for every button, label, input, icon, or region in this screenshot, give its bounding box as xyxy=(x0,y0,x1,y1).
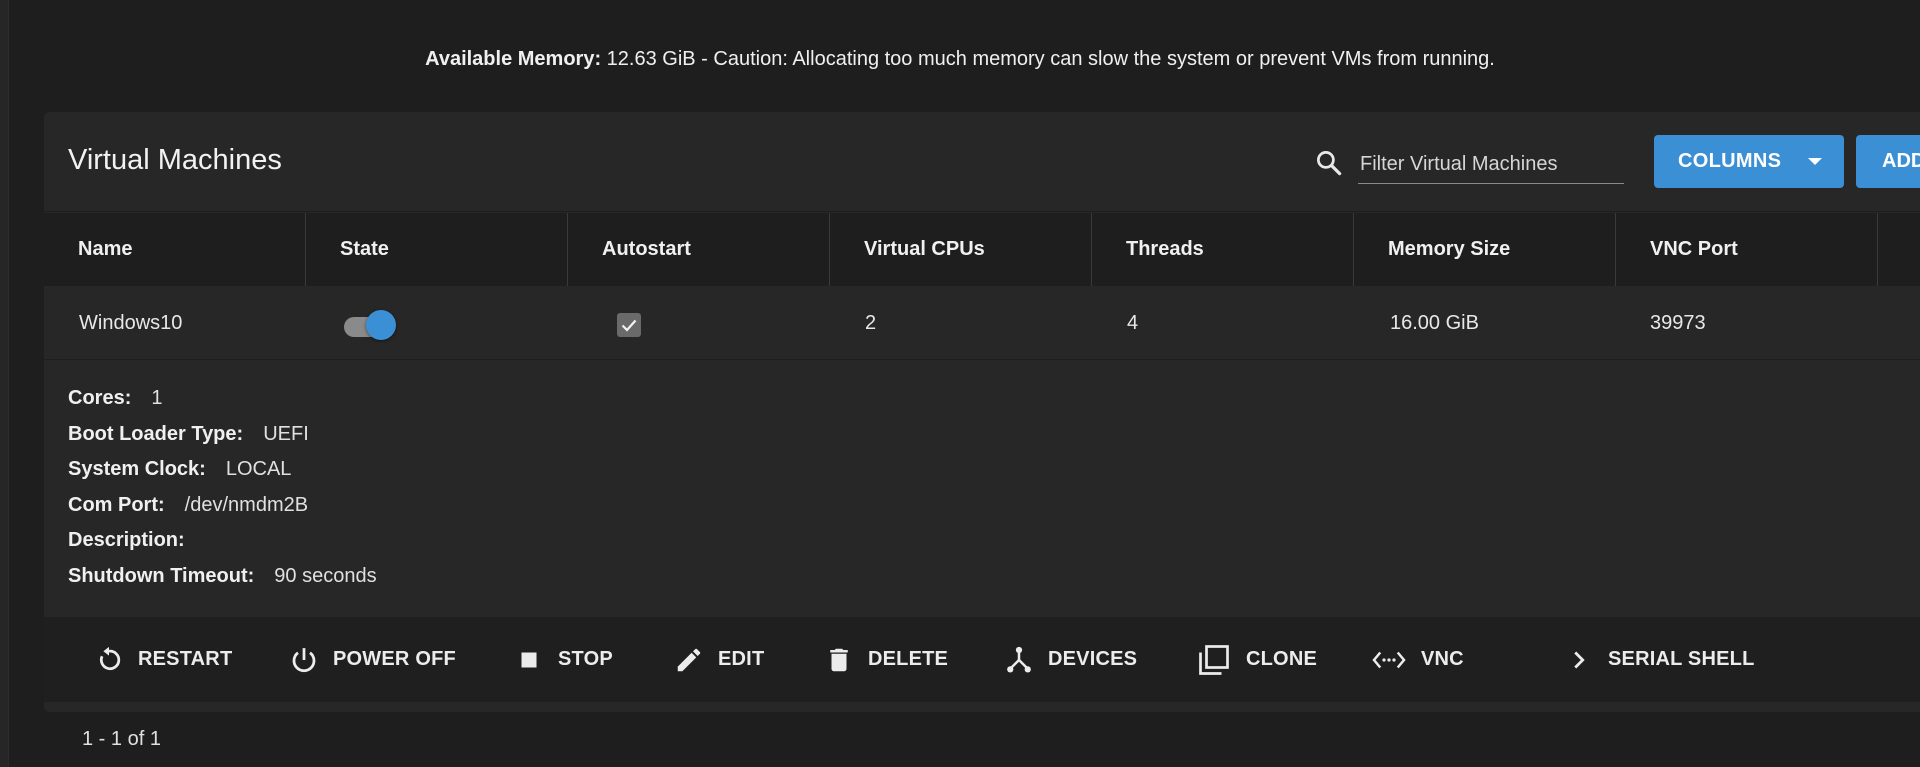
state-toggle[interactable] xyxy=(342,308,400,340)
vnc-button[interactable]: VNC xyxy=(1371,617,1464,702)
search-icon[interactable] xyxy=(1314,148,1344,178)
detail-system-clock: System Clock: LOCAL xyxy=(68,458,292,480)
card-header: Virtual Machines COLUMNS ADD xyxy=(44,112,1920,212)
detail-com-port: Com Port:/dev/nmdm2B xyxy=(68,494,309,516)
detail-description: Description: xyxy=(68,529,185,551)
check-icon xyxy=(621,319,637,332)
devices-icon xyxy=(1007,646,1031,672)
restart-button[interactable]: RESTART xyxy=(94,617,232,702)
column-header-state[interactable]: State xyxy=(306,213,568,286)
memory-label: Available Memory: xyxy=(425,48,602,70)
detail-bootloader: Boot Loader Type: UEFI xyxy=(68,423,309,445)
power-icon xyxy=(292,647,316,672)
left-edge-panel xyxy=(0,0,9,767)
threads-value: 4 xyxy=(1127,311,1139,334)
vm-card: Virtual Machines COLUMNS ADD Name State … xyxy=(44,112,1920,712)
column-header-autostart[interactable]: Autostart xyxy=(568,213,830,286)
chevron-down-icon xyxy=(1808,158,1822,165)
vnc-port-value: 39973 xyxy=(1650,311,1706,334)
columns-button[interactable]: COLUMNS xyxy=(1654,135,1844,188)
pagination-range: 1 - 1 of 1 xyxy=(82,728,161,750)
column-header-vcpus[interactable]: Virtual CPUs xyxy=(830,213,1092,286)
edit-button[interactable]: EDIT xyxy=(674,617,764,702)
stop-icon xyxy=(521,652,537,667)
vnc-icon xyxy=(1372,651,1406,668)
autostart-checkbox[interactable] xyxy=(617,313,641,337)
table-row[interactable]: Windows10 2 4 16.00 GiB 39973 xyxy=(44,286,1920,360)
delete-button[interactable]: DELETE xyxy=(824,617,948,702)
add-button[interactable]: ADD xyxy=(1856,135,1920,188)
column-header-threads[interactable]: Threads xyxy=(1092,213,1354,286)
restart-icon xyxy=(99,646,121,670)
vm-name: Windows10 xyxy=(79,311,183,334)
stop-button[interactable]: STOP xyxy=(514,617,613,702)
table-header-row: Name State Autostart Virtual CPUs Thread… xyxy=(44,213,1920,286)
memory-banner: Available Memory: 12.63 GiB - Caution: A… xyxy=(0,48,1920,71)
clone-icon xyxy=(1199,644,1229,675)
column-header-name[interactable]: Name xyxy=(44,213,306,286)
vcpus-value: 2 xyxy=(865,311,877,334)
memory-text: 12.63 GiB - Caution: Allocating too much… xyxy=(601,48,1495,70)
detail-shutdown-timeout: Shutdown Timeout: 90 seconds xyxy=(68,565,377,587)
column-header-memory[interactable]: Memory Size xyxy=(1354,213,1616,286)
memory-value: 16.00 GiB xyxy=(1390,311,1479,334)
search-input[interactable] xyxy=(1358,146,1624,184)
page-title: Virtual Machines xyxy=(68,144,282,176)
power-off-button[interactable]: POWER OFF xyxy=(289,617,456,702)
column-header-vnc-port[interactable]: VNC Port xyxy=(1616,213,1878,286)
delete-icon xyxy=(830,648,848,671)
clone-button[interactable]: CLONE xyxy=(1196,617,1317,702)
add-label: ADD xyxy=(1882,150,1920,172)
devices-button[interactable]: DEVICES xyxy=(1004,617,1137,702)
columns-label: COLUMNS xyxy=(1678,150,1782,172)
edit-icon xyxy=(677,648,701,671)
chevron-right-icon xyxy=(1574,651,1585,668)
detail-cores: Cores: 1 xyxy=(68,387,163,409)
serial-shell-button[interactable]: SERIAL SHELL xyxy=(1564,617,1755,702)
actions-bar: RESTART POWER OFF STOP EDIT DELETE DEVIC… xyxy=(44,617,1920,702)
